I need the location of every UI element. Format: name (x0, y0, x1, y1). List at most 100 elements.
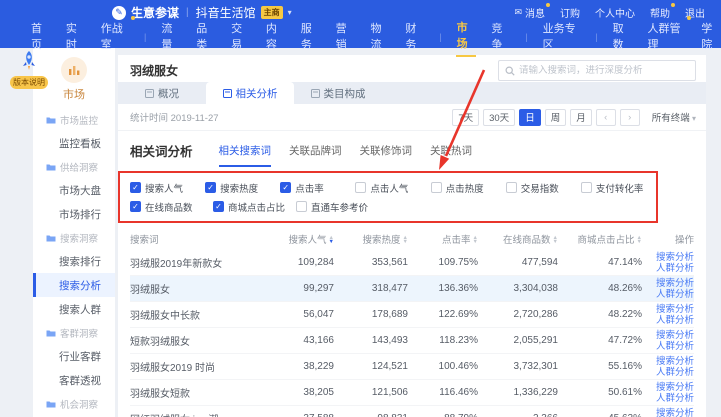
nav-item-label: 作战室 (101, 23, 123, 51)
action-cell: 搜索分析人群分析 (642, 382, 694, 404)
sidebar-item-监控看板[interactable]: 监控看板 (33, 131, 115, 155)
sidebar-group-机会洞察[interactable]: 机会洞察 (33, 392, 115, 415)
action-link-搜索分析[interactable]: 搜索分析 (656, 252, 694, 263)
sidebar-item-市场排行[interactable]: 市场排行 (33, 202, 115, 226)
action-link-人群分析[interactable]: 人群分析 (656, 315, 694, 326)
nav-item-label: 物流 (371, 23, 382, 51)
nav-item-品类[interactable]: 品类 (195, 18, 216, 56)
action-link-人群分析[interactable]: 人群分析 (656, 341, 694, 352)
subtab-关联品牌词[interactable]: 关联品牌词 (289, 143, 342, 167)
nav-item-label: 业务专区 (543, 23, 576, 51)
checkbox-label: 点击率 (295, 181, 324, 195)
checkbox-label: 搜索人气 (145, 181, 183, 195)
keyword-cell: 羽绒服女 (130, 281, 264, 296)
version-help-float[interactable]: 版本说明 (6, 50, 52, 89)
date-button-周[interactable]: 周 (545, 109, 567, 126)
sidebar: 市场 市场监控监控看板供给洞察市场大盘市场排行搜索洞察搜索排行搜索分析搜索人群客… (33, 48, 115, 417)
sidebar-item-搜索排行[interactable]: 搜索排行 (33, 249, 115, 273)
tab-概况[interactable]: 概况 (118, 82, 206, 104)
nav-item-label: 市场 (457, 22, 468, 50)
checkbox-label: 交易指数 (521, 181, 559, 195)
metric-checkbox-点击人气[interactable]: 点击人气 (355, 178, 430, 197)
metric-checkbox-点击率[interactable]: ✓ 点击率 (280, 178, 355, 197)
nav-item-竞争[interactable]: 竞争 (490, 18, 511, 56)
sidebar-group-市场监控[interactable]: 市场监控 (33, 108, 115, 131)
nav-item-作战室[interactable]: 作战室 (100, 18, 130, 56)
folder-icon (46, 116, 56, 124)
metric-checkbox-搜索人气[interactable]: ✓搜索人气 (130, 178, 205, 197)
value-cell: 100.46% (408, 361, 478, 372)
sidebar-group-搜索洞察[interactable]: 搜索洞察 (33, 226, 115, 249)
keyword-search-box[interactable] (498, 60, 696, 81)
metric-checkbox-支付转化率[interactable]: 支付转化率 (581, 178, 656, 197)
metric-checkbox-直通车参考价[interactable]: 直通车参考价 (296, 197, 379, 216)
nav-item-营销[interactable]: 营销 (335, 18, 356, 56)
checkbox-label: 在线商品数 (145, 200, 193, 214)
nav-item-实时[interactable]: 实时 (65, 18, 86, 56)
metric-checkbox-点击热度[interactable]: 点击热度 (431, 178, 506, 197)
sidebar-item-客群透视[interactable]: 客群透视 (33, 368, 115, 392)
subtab-关联热词[interactable]: 关联热词 (430, 143, 472, 167)
nav-item-物流[interactable]: 物流 (370, 18, 391, 56)
nav-item-人群管理[interactable]: 人群管理 (647, 18, 687, 56)
utility-item-消息[interactable]: ✉消息 (514, 5, 545, 20)
column-header-点击率[interactable]: 点击率▲▼ (408, 232, 478, 246)
action-link-搜索分析[interactable]: 搜索分析 (656, 356, 694, 367)
tab-类目构成[interactable]: 类目构成 (294, 82, 382, 104)
date-next-icon[interactable]: › (620, 109, 640, 126)
terminal-filter-select[interactable]: 所有终端 ▾ (652, 110, 696, 124)
date-button-7天[interactable]: 7天 (452, 109, 479, 126)
nav-item-label: 内容 (266, 23, 277, 51)
action-link-搜索分析[interactable]: 搜索分析 (656, 330, 694, 341)
nav-item-市场[interactable]: 市场 (456, 17, 477, 57)
value-cell: 47.14% (558, 257, 642, 268)
metric-checkbox-搜索热度[interactable]: ✓搜索热度 (205, 178, 280, 197)
action-link-搜索分析[interactable]: 搜索分析 (656, 278, 694, 289)
table-row: 羽绒服2019年新款女109,284353,561109.75%477,5944… (130, 250, 694, 276)
sidebar-item-行业客群[interactable]: 行业客群 (33, 344, 115, 368)
nav-item-内容[interactable]: 内容 (265, 18, 286, 56)
nav-item-流量[interactable]: 流量 (160, 18, 181, 56)
value-cell: 136.36% (408, 283, 478, 294)
checkbox-icon: ✓ (280, 182, 291, 193)
date-button-日[interactable]: 日 (519, 109, 541, 126)
nav-divider: | (144, 32, 146, 42)
nav-item-交易[interactable]: 交易 (230, 18, 251, 56)
sidebar-group-客群洞察[interactable]: 客群洞察 (33, 321, 115, 344)
action-link-人群分析[interactable]: 人群分析 (656, 393, 694, 404)
nav-item-取数[interactable]: 取数 (612, 18, 633, 56)
action-link-搜索分析[interactable]: 搜索分析 (656, 382, 694, 393)
nav-item-业务专区[interactable]: 业务专区 (542, 18, 582, 56)
metric-checkbox-商城点击占比[interactable]: ✓商城点击占比 (213, 197, 296, 216)
metric-checkbox-交易指数[interactable]: 交易指数 (506, 178, 581, 197)
nav-item-服务[interactable]: 服务 (300, 18, 321, 56)
sidebar-item-搜索分析[interactable]: 搜索分析 (33, 273, 115, 297)
column-header-搜索热度[interactable]: 搜索热度▲▼ (334, 232, 408, 246)
column-header-在线商品数[interactable]: 在线商品数▲▼ (478, 232, 558, 246)
action-link-人群分析[interactable]: 人群分析 (656, 263, 694, 274)
search-input[interactable] (519, 65, 689, 76)
sidebar-item-市场大盘[interactable]: 市场大盘 (33, 178, 115, 202)
column-header-搜索人气[interactable]: 搜索人气▲▼ (264, 232, 334, 246)
action-link-搜索分析[interactable]: 搜索分析 (656, 408, 694, 417)
folder-icon (46, 234, 56, 242)
subtab-相关搜索词[interactable]: 相关搜索词 (219, 143, 272, 167)
action-link-人群分析[interactable]: 人群分析 (656, 367, 694, 378)
column-header-商城点击占比[interactable]: 商城点击占比▲▼ (558, 232, 642, 246)
nav-item-财务[interactable]: 财务 (404, 18, 425, 56)
sidebar-group-供给洞察[interactable]: 供给洞察 (33, 155, 115, 178)
action-link-搜索分析[interactable]: 搜索分析 (656, 304, 694, 315)
sidebar-group-label: 市场监控 (60, 113, 98, 127)
tab-相关分析[interactable]: 相关分析 (206, 82, 294, 104)
value-cell: 38,229 (264, 361, 334, 372)
date-button-30天[interactable]: 30天 (483, 109, 515, 126)
date-button-月[interactable]: 月 (570, 109, 592, 126)
market-module-icon (61, 57, 87, 83)
action-link-人群分析[interactable]: 人群分析 (656, 289, 694, 300)
sidebar-item-搜索人群[interactable]: 搜索人群 (33, 297, 115, 321)
value-cell: 121,506 (334, 387, 408, 398)
date-prev-icon[interactable]: ‹ (596, 109, 616, 126)
nav-item-学院[interactable]: 学院 (700, 18, 721, 56)
metric-checkbox-在线商品数[interactable]: ✓在线商品数 (130, 197, 213, 216)
subtab-关联修饰词[interactable]: 关联修饰词 (360, 143, 413, 167)
